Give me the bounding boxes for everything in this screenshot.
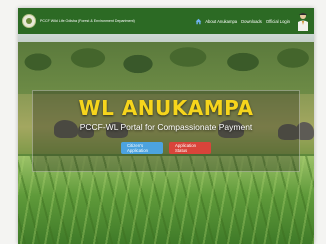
hero-subtitle: PCCF-WL Portal for Compassionate Payment <box>79 122 253 132</box>
site-brand[interactable]: PCCF Wild Life Odisha (Forest & Environm… <box>40 19 135 23</box>
nav-official-login[interactable]: Official Login <box>266 19 290 24</box>
top-navbar: PCCF Wild Life Odisha (Forest & Environm… <box>18 8 314 34</box>
officer-avatar-icon <box>296 11 310 31</box>
hero-forest <box>18 42 314 94</box>
home-icon[interactable] <box>195 18 202 25</box>
nav-downloads[interactable]: Downloads <box>241 19 262 24</box>
nav-about-anukampa[interactable]: About Anukampa <box>205 19 237 24</box>
hero-button-group: Citizen's Application Application Status <box>18 142 314 154</box>
emblem-logo-icon <box>22 14 36 28</box>
web-page: WL ANUKAMPA PCCF-WL Portal for Compassio… <box>18 8 314 244</box>
application-status-button[interactable]: Application Status <box>169 142 211 154</box>
citizen-application-button[interactable]: Citizen's Application <box>121 142 163 154</box>
browser-frame: WL ANUKAMPA PCCF-WL Portal for Compassio… <box>0 0 326 244</box>
hero-title: WL ANUKAMPA <box>78 96 254 120</box>
